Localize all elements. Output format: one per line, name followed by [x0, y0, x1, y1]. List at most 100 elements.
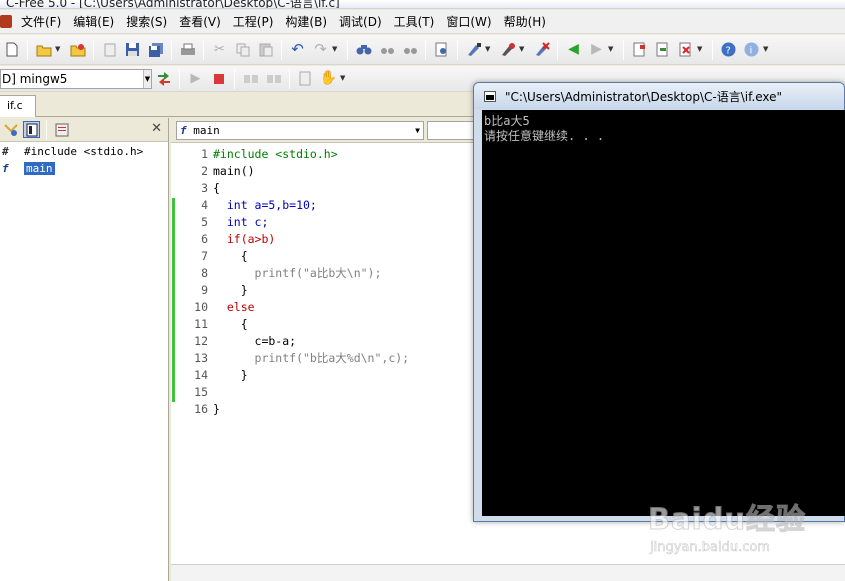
info-dropdown-icon[interactable]: ▼: [763, 41, 771, 58]
build-icon[interactable]: [499, 41, 516, 58]
toolbar-separator: [425, 39, 426, 60]
code-line: 8 printf("a比b大\n");: [171, 265, 471, 282]
line-number: 11: [194, 317, 208, 331]
step-into-icon[interactable]: [242, 70, 259, 87]
print-icon[interactable]: [179, 41, 196, 58]
redo-icon[interactable]: ↷: [312, 41, 329, 58]
toolbar-separator: [27, 39, 28, 60]
tree-item-main[interactable]: f main: [0, 160, 168, 176]
svg-text:i: i: [750, 46, 753, 57]
menu-file[interactable]: 文件(F): [15, 10, 67, 34]
find-in-files-icon[interactable]: [433, 41, 450, 58]
horizontal-scrollbar[interactable]: [171, 564, 845, 581]
run-icon[interactable]: ▶: [187, 70, 204, 87]
forward-arrow-icon[interactable]: ▶: [588, 41, 605, 58]
step-over-icon[interactable]: [265, 70, 282, 87]
tab-if-c[interactable]: if.c: [0, 95, 36, 117]
line-number: 3: [201, 181, 208, 195]
compiler-value: D] mingw5: [2, 71, 68, 86]
find-icon[interactable]: [355, 41, 372, 58]
sort-icon[interactable]: [2, 121, 19, 138]
chevron-down-icon[interactable]: ▼: [415, 122, 420, 139]
code-area[interactable]: 1 #include <stdio.h> 2 main() 3{ 4 int a=5…: [171, 146, 471, 418]
code-text: if(a>b): [213, 232, 276, 246]
console-title-bar[interactable]: "C:\Users\Administrator\Desktop\C-语言\if.…: [474, 83, 844, 109]
function-select[interactable]: f main ▼: [176, 121, 424, 140]
info-icon[interactable]: i: [743, 41, 760, 58]
code-text: int c;: [213, 215, 269, 229]
watch-icon[interactable]: [297, 70, 314, 87]
new-file-icon[interactable]: [3, 41, 20, 58]
copy-icon[interactable]: [234, 41, 251, 58]
help-icon[interactable]: ?: [720, 41, 737, 58]
tree-item-include[interactable]: # #include <stdio.h>: [0, 143, 168, 159]
menu-bar: 文件(F) 编辑(E) 搜索(S) 查看(V) 工程(P) 构建(B) 调试(D…: [0, 10, 845, 34]
file-view-icon[interactable]: [53, 121, 70, 138]
open-project-icon[interactable]: [69, 41, 86, 58]
app-icon[interactable]: [0, 15, 12, 28]
compile-dropdown-icon[interactable]: ▼: [485, 41, 493, 58]
toolbar-separator: [281, 39, 282, 60]
console-window[interactable]: "C:\Users\Administrator\Desktop\C-语言\if.…: [473, 82, 845, 522]
build-dropdown-icon[interactable]: ▼: [519, 41, 527, 58]
class-view-icon[interactable]: [23, 121, 40, 138]
toolbar-separator: [623, 39, 624, 60]
code-line: 15: [171, 384, 471, 401]
compiler-settings-icon[interactable]: [155, 70, 172, 87]
menu-project[interactable]: 工程(P): [227, 10, 280, 34]
find-next-icon[interactable]: [378, 41, 395, 58]
hand-icon[interactable]: ✋: [320, 70, 337, 87]
console-line: b比a大5: [484, 114, 530, 128]
console-title: "C:\Users\Administrator\Desktop\C-语言\if.…: [505, 89, 783, 104]
toolbar-separator: [289, 68, 290, 89]
line-number: 2: [201, 164, 208, 178]
back-arrow-icon[interactable]: ◀: [565, 41, 582, 58]
code-line: 3{: [171, 180, 471, 197]
menu-tools[interactable]: 工具(T): [388, 10, 441, 34]
code-text: }: [213, 402, 220, 416]
open-dropdown-icon[interactable]: ▼: [55, 41, 63, 58]
bookmark-toggle-icon[interactable]: [631, 41, 648, 58]
open-folder-icon[interactable]: [35, 41, 52, 58]
save-all-icon[interactable]: [147, 41, 164, 58]
svg-text:?: ?: [726, 46, 731, 57]
toolbar-separator: [457, 39, 458, 60]
replace-icon[interactable]: [401, 41, 418, 58]
menu-edit[interactable]: 编辑(E): [67, 10, 120, 34]
debug-dropdown-icon[interactable]: ▼: [340, 70, 348, 87]
chevron-down-icon[interactable]: ▼: [143, 69, 151, 88]
console-line: 请按任意键继续. . .: [484, 129, 605, 143]
menu-debug[interactable]: 调试(D): [333, 10, 388, 34]
compiler-select[interactable]: D] mingw5 ▼: [0, 68, 152, 89]
menu-build[interactable]: 构建(B): [279, 10, 333, 34]
tree-item-label: #include <stdio.h>: [24, 144, 144, 158]
console-output[interactable]: b比a大5 请按任意键继续. . .: [482, 110, 845, 516]
paste-icon[interactable]: [257, 41, 274, 58]
code-line: 5 int c;: [171, 214, 471, 231]
forward-dropdown-icon[interactable]: ▼: [608, 41, 616, 58]
menu-window[interactable]: 窗口(W): [440, 10, 497, 34]
save-icon[interactable]: [124, 41, 141, 58]
cut-icon[interactable]: ✂: [211, 41, 228, 58]
menu-search[interactable]: 搜索(S): [120, 10, 173, 34]
bookmark-next-icon[interactable]: [654, 41, 671, 58]
line-number: 15: [194, 385, 208, 399]
code-text: c=b-a;: [213, 334, 297, 348]
menu-help[interactable]: 帮助(H): [498, 10, 552, 34]
close-file-icon[interactable]: [101, 41, 118, 58]
close-icon[interactable]: ✕: [151, 121, 162, 136]
bookmark-dropdown-icon[interactable]: ▼: [697, 41, 705, 58]
bookmark-clear-icon[interactable]: [677, 41, 694, 58]
rebuild-icon[interactable]: [533, 41, 550, 58]
line-number: 1: [201, 147, 208, 161]
code-line: 13 printf("b比a大%d\n",c);: [171, 350, 471, 367]
code-line: 16}: [171, 401, 471, 418]
undo-icon[interactable]: ↶: [289, 41, 306, 58]
redo-dropdown-icon[interactable]: ▼: [332, 41, 340, 58]
compile-icon[interactable]: [465, 41, 482, 58]
ide-title: C-Free 5.0 - [C:\Users\Administrator\Des…: [6, 0, 340, 9]
menu-view[interactable]: 查看(V): [173, 10, 227, 34]
toolbar-separator: [46, 119, 47, 140]
stop-icon[interactable]: [210, 70, 227, 87]
code-text: {: [213, 249, 248, 263]
